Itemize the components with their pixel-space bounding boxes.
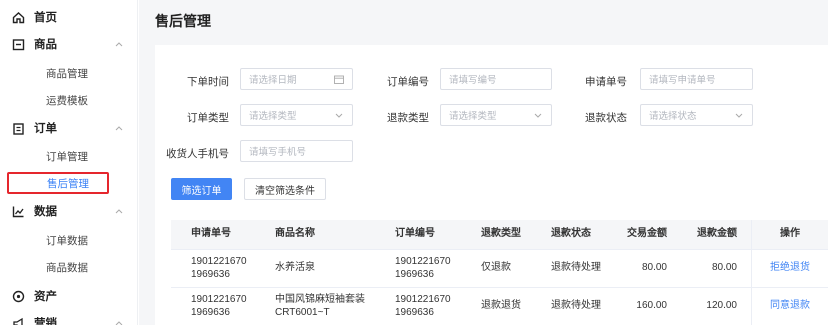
- page-title: 售后管理: [155, 13, 211, 29]
- chevron-up-icon: [115, 42, 123, 47]
- clipboard-icon: [12, 122, 25, 135]
- sidebar: 首页 商品 商品管理 运费模板 订单 订单管理 售后管理 数据 订单数据 商品数…: [0, 0, 138, 325]
- sidebar-item-label: 商品: [34, 39, 57, 51]
- refund-status-select[interactable]: 请选择状态: [640, 104, 753, 126]
- sidebar-item-goods-manage[interactable]: 商品管理: [8, 62, 110, 84]
- table-row: 1901221670 1969636 水养活泉 1901221670 1969636…: [171, 250, 828, 288]
- chevron-up-icon: [115, 209, 123, 214]
- sidebar-item-label: 资产: [34, 291, 57, 303]
- order-no-label: 订单编号: [387, 76, 429, 88]
- apply-no-cell: 1901221670 1969636: [191, 294, 247, 318]
- column-header: 退款状态: [551, 228, 591, 240]
- agree-refund-link[interactable]: 同意退款: [770, 300, 810, 313]
- coin-icon: [12, 290, 25, 303]
- action-cell: 同意退款: [751, 288, 828, 325]
- column-header: 商品名称: [275, 228, 315, 240]
- sidebar-item-label: 首页: [34, 12, 57, 24]
- chevron-down-icon: [735, 113, 743, 118]
- column-header: 操作: [751, 220, 828, 249]
- column-header: 交易金额: [627, 228, 667, 240]
- order-no-cell: 1901221670 1969636: [395, 256, 451, 280]
- chevron-down-icon: [534, 113, 542, 118]
- reject-return-link[interactable]: 拒绝退货: [770, 262, 810, 275]
- sidebar-item-home[interactable]: 首页: [0, 4, 138, 30]
- apply-no-cell: 1901221670 1969636: [191, 256, 247, 280]
- home-icon: [12, 11, 25, 24]
- chart-icon: [12, 205, 25, 218]
- sidebar-item-label: 订单: [34, 123, 57, 135]
- refund-type-label: 退款类型: [387, 112, 429, 124]
- sidebar-item-data[interactable]: 数据: [0, 198, 138, 224]
- refund-status-label: 退款状态: [585, 112, 627, 124]
- sidebar-item-order-manage[interactable]: 订单管理: [8, 145, 110, 167]
- product-name-cell: 水养活泉: [275, 262, 315, 274]
- sidebar-item-assets[interactable]: 资产: [0, 283, 138, 309]
- sidebar-item-orders[interactable]: 订单: [0, 115, 138, 141]
- sidebar-item-label: 营销: [34, 318, 57, 325]
- sidebar-item-goods[interactable]: 商品: [0, 31, 138, 57]
- sidebar-item-goods-data[interactable]: 商品数据: [8, 256, 110, 278]
- sidebar-item-marketing[interactable]: 营销: [0, 310, 138, 325]
- refund-status-cell: 退款待处理: [551, 262, 601, 274]
- order-type-select[interactable]: 请选择类型: [240, 104, 353, 126]
- trade-amount-cell: 80.00: [641, 262, 667, 274]
- filter-orders-button[interactable]: 筛选订单: [171, 178, 232, 200]
- table-header: 申请单号 商品名称 订单编号 退款类型 退款状态 交易金额 退款金额 操作: [171, 220, 828, 250]
- refund-type-cell: 仅退款: [481, 262, 511, 274]
- sidebar-item-order-data[interactable]: 订单数据: [8, 229, 110, 251]
- refund-type-select[interactable]: 请选择类型: [440, 104, 552, 126]
- column-header: 申请单号: [191, 228, 231, 240]
- refund-amount-cell: 120.00: [706, 300, 737, 312]
- chevron-down-icon: [335, 113, 343, 118]
- column-header: 退款类型: [481, 228, 521, 240]
- phone-label: 收货人手机号: [166, 148, 229, 160]
- order-time-picker[interactable]: 请选择日期: [240, 68, 353, 90]
- column-header: 订单编号: [395, 228, 435, 240]
- refund-type-cell: 退款退货: [481, 300, 521, 312]
- order-time-label: 下单时间: [187, 76, 229, 88]
- calendar-icon: [334, 75, 344, 84]
- product-name-cell: 中国风锦麻短袖套装 CRT6001~T: [275, 294, 365, 318]
- sidebar-item-freight-template[interactable]: 运费模板: [8, 89, 110, 111]
- order-no-input[interactable]: 请填写编号: [440, 68, 552, 90]
- trade-amount-cell: 160.00: [636, 300, 667, 312]
- refund-amount-cell: 80.00: [711, 262, 737, 274]
- refund-status-cell: 退款待处理: [551, 300, 601, 312]
- apply-no-label: 申请单号: [585, 76, 627, 88]
- main-content: 售后管理 下单时间 请选择日期 订单编号 请填写编号 申请单号 请填写申请单号 …: [139, 0, 828, 325]
- apply-no-input[interactable]: 请填写申请单号: [640, 68, 753, 90]
- order-no-cell: 1901221670 1969636: [395, 294, 451, 318]
- action-cell: 拒绝退货: [751, 250, 828, 287]
- goods-icon: [12, 38, 25, 51]
- table-row: 1901221670 1969636 中国风锦麻短袖套装 CRT6001~T 190…: [171, 288, 828, 325]
- chevron-up-icon: [115, 321, 123, 325]
- content-card: 下单时间 请选择日期 订单编号 请填写编号 申请单号 请填写申请单号 订单类型 …: [155, 45, 828, 325]
- megaphone-icon: [12, 317, 25, 325]
- clear-filters-button[interactable]: 清空筛选条件: [244, 178, 326, 200]
- sidebar-item-after-sales[interactable]: 售后管理: [7, 172, 109, 194]
- column-header: 退款金额: [697, 228, 737, 240]
- sidebar-item-label: 数据: [34, 206, 57, 218]
- phone-input[interactable]: 请填写手机号: [240, 140, 353, 162]
- order-type-label: 订单类型: [187, 112, 229, 124]
- chevron-up-icon: [115, 126, 123, 131]
